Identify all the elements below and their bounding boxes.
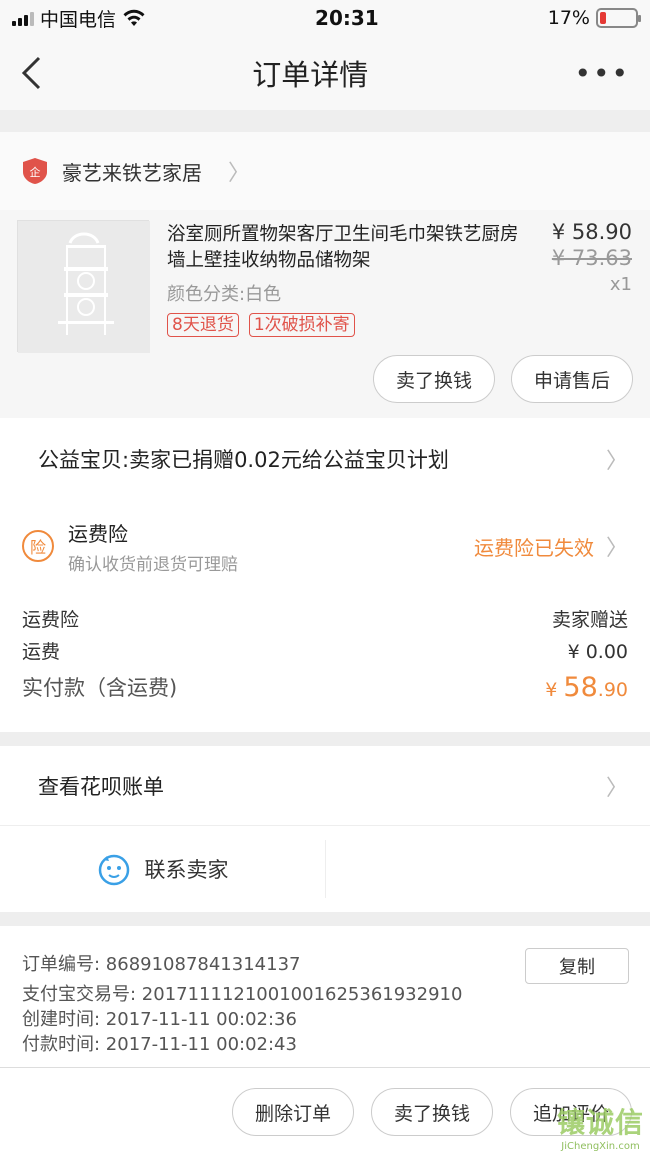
order-info: 订单编号: 86891087841314137 支付宝交易号: 20171111… [0, 926, 650, 1072]
svg-text:企: 企 [30, 165, 41, 179]
fee-value: 卖家赠送 [551, 609, 628, 631]
contact-seller-button[interactable]: 联系卖家 [0, 826, 325, 912]
insurance-row[interactable]: 险 运费险 确认收货前退货可理赔 运费险已失效 〉 [0, 500, 650, 592]
product-image [17, 220, 150, 353]
product-sku: 颜色分类:白色 [167, 284, 282, 305]
return-tag: 8天退货 [167, 313, 239, 337]
paid-time: 付款时间: 2017-11-11 00:02:43 [22, 1034, 297, 1055]
bottom-action-bar: 删除订单 卖了换钱 追加评价 [0, 1067, 650, 1156]
insurance-subtitle: 确认收货前退货可理赔 [68, 554, 238, 575]
chevron-right-icon: 〉 [228, 161, 251, 186]
shop-logo-icon: 企 [23, 158, 47, 184]
insurance-status: 运费险已失效 [473, 535, 594, 560]
after-sales-button[interactable]: 申请售后 [510, 355, 633, 403]
more-icon[interactable]: ••• [574, 57, 630, 90]
chevron-right-icon: 〉 [605, 536, 628, 561]
clock: 20:31 [315, 6, 379, 30]
shop-row[interactable]: 企 豪艺来铁艺家居 〉 [0, 132, 650, 210]
carrier-label: 中国电信 [40, 8, 117, 31]
nav-bar: 订单详情 ••• [0, 36, 650, 110]
fee-label: 运费险 [22, 609, 80, 631]
shop-name: 豪艺来铁艺家居 [62, 160, 202, 185]
fee-summary: 运费险 卖家赠送 运费 ¥ 0.00 实付款（含运费) ¥ 58.90 [0, 592, 650, 732]
chat-face-icon [98, 854, 129, 886]
watermark-logo: 镶诚信 JiChengXin.com [556, 1106, 644, 1152]
battery-percent: 17% [547, 7, 590, 29]
chevron-right-icon: 〉 [605, 449, 628, 474]
total-label: 实付款（含运费) [22, 676, 178, 700]
insurance-icon: 险 [22, 530, 54, 562]
huabei-label: 查看花呗账单 [38, 774, 164, 799]
charity-row[interactable]: 公益宝贝:卖家已捐赠0.02元给公益宝贝计划 〉 [0, 418, 650, 500]
back-icon[interactable] [20, 56, 46, 90]
product-item[interactable]: 浴室厕所置物架客厅卫生间毛巾架铁艺厨房墙上壁挂收纳物品储物架 颜色分类:白色 8… [0, 210, 650, 353]
sell-button[interactable]: 卖了换钱 [372, 355, 495, 403]
fee-label: 运费 [22, 641, 61, 663]
status-bar: 中国电信 20:31 17% [0, 0, 650, 36]
product-quantity: x1 [609, 274, 632, 295]
product-original-price: ¥ 73.63 [551, 246, 632, 270]
battery-icon [595, 8, 641, 28]
page-title: 订单详情 [252, 58, 369, 92]
product-price: ¥ 58.90 [551, 220, 632, 244]
created-time: 创建时间: 2017-11-11 00:02:36 [22, 1009, 297, 1030]
huabei-bill-row[interactable]: 查看花呗账单 〉 [0, 746, 650, 826]
chevron-right-icon: 〉 [605, 775, 628, 801]
fee-value: ¥ 0.00 [567, 641, 628, 663]
alipay-number: 支付宝交易号: 2017111121001001625361932910 [22, 984, 463, 1005]
sell-button[interactable]: 卖了换钱 [370, 1088, 493, 1136]
signal-icon [12, 10, 34, 26]
contact-label: 联系卖家 [144, 858, 229, 882]
product-title: 浴室厕所置物架客厅卫生间毛巾架铁艺厨房墙上壁挂收纳物品储物架 [167, 224, 519, 271]
delete-order-button[interactable]: 删除订单 [231, 1088, 354, 1136]
copy-button[interactable]: 复制 [525, 948, 629, 984]
damage-tag: 1次破损补寄 [248, 313, 355, 337]
charity-text: 公益宝贝:卖家已捐赠0.02元给公益宝贝计划 [38, 448, 449, 472]
insurance-title: 运费险 [68, 521, 128, 546]
total-amount: ¥ 58.90 [545, 672, 628, 703]
wifi-icon [123, 9, 145, 26]
